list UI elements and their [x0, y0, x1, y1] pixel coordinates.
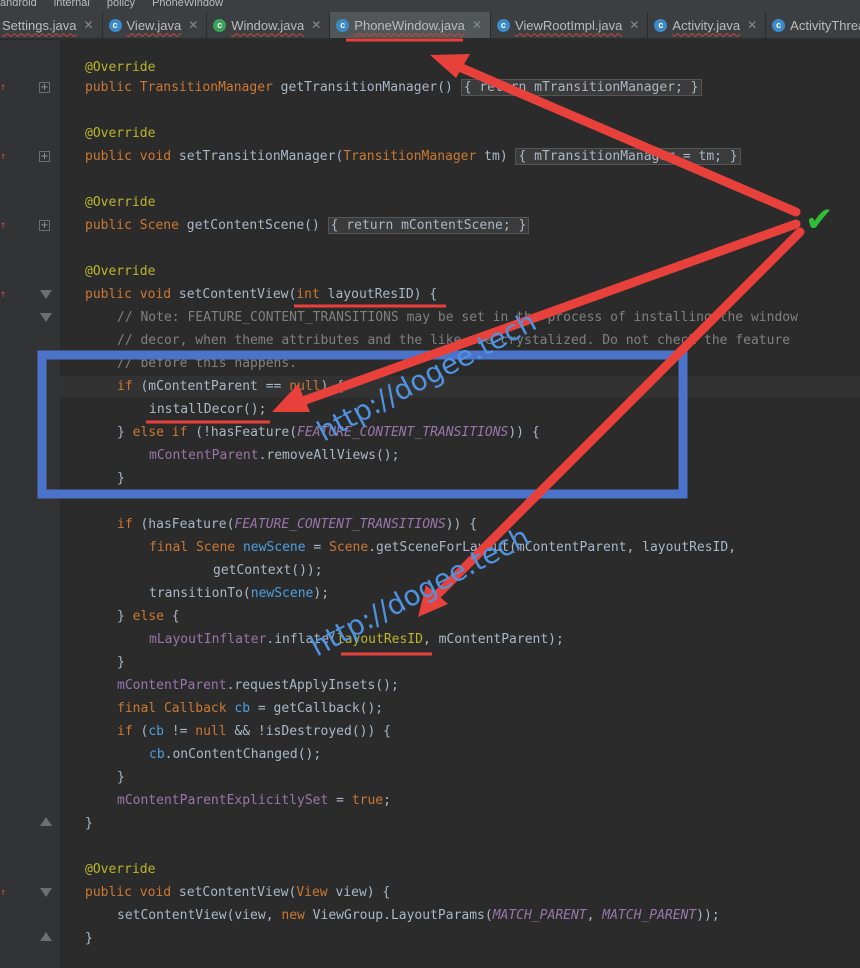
- override-marker-icon[interactable]: ↑: [0, 82, 10, 94]
- breadcrumb-item[interactable]: internal: [54, 0, 90, 9]
- class-icon: c: [772, 18, 786, 32]
- code-line: transitionTo(newScene);: [149, 586, 330, 601]
- tab-label: PhoneWindow.java: [354, 17, 465, 33]
- close-icon[interactable]: ✕: [472, 18, 482, 32]
- code-line: getContext());: [213, 563, 323, 578]
- fold-expand-icon[interactable]: +: [39, 151, 50, 162]
- code-line: public void setTransitionManager(Transit…: [85, 147, 741, 167]
- code-line: }: [117, 655, 125, 670]
- tab-activity-java[interactable]: c Activity.java ✕: [648, 12, 767, 38]
- code-editor[interactable]: @Override public TransitionManager getTr…: [60, 40, 860, 968]
- tab-activitythread[interactable]: c ActivityThread: [766, 12, 860, 38]
- code-line: @Override: [85, 862, 156, 877]
- fold-expand-icon[interactable]: +: [39, 82, 50, 93]
- code-line: } else {: [117, 609, 180, 624]
- class-icon: c: [108, 18, 122, 32]
- close-icon[interactable]: ✕: [747, 18, 757, 32]
- code-line: public void setContentView(int layoutRes…: [85, 287, 438, 302]
- class-icon: c: [213, 18, 227, 32]
- code-line: if (mContentParent == null) {: [117, 379, 344, 394]
- code-line: public Scene getContentScene() { return …: [85, 216, 530, 236]
- code-line: @Override: [85, 60, 156, 75]
- class-icon: c: [496, 18, 510, 32]
- tab-label: Settings.java: [2, 17, 77, 33]
- fold-collapse-icon[interactable]: [40, 313, 52, 322]
- code-line: if (cb != null && !isDestroyed()) {: [117, 724, 391, 739]
- checkmark-icon: ✔: [805, 200, 834, 240]
- override-marker-icon[interactable]: ↑: [0, 887, 10, 899]
- tab-view-java[interactable]: c View.java ✕: [103, 12, 208, 38]
- tab-label: ActivityThread: [790, 17, 860, 33]
- code-line: final Callback cb = getCallback();: [117, 701, 384, 716]
- code-line: // Note: FEATURE_CONTENT_TRANSITIONS may…: [117, 310, 798, 325]
- code-line: }: [85, 931, 93, 946]
- code-line: // before this happens.: [117, 356, 298, 371]
- breadcrumb-item[interactable]: policy: [107, 0, 135, 9]
- fold-end-icon[interactable]: [40, 932, 52, 941]
- code-line: @Override: [85, 195, 156, 210]
- close-icon[interactable]: ✕: [629, 18, 639, 32]
- fold-collapse-icon[interactable]: [40, 888, 52, 897]
- code-line: mContentParent.removeAllViews();: [149, 448, 400, 463]
- close-icon[interactable]: ✕: [188, 18, 198, 32]
- code-line: if (hasFeature(FEATURE_CONTENT_TRANSITIO…: [117, 517, 478, 532]
- code-line: @Override: [85, 264, 156, 279]
- close-icon[interactable]: ✕: [311, 18, 321, 32]
- fold-end-icon[interactable]: [40, 817, 52, 826]
- fold-collapse-icon[interactable]: [40, 290, 52, 299]
- tab-settings-java[interactable]: Settings.java ✕: [0, 12, 103, 38]
- code-line: }: [85, 816, 93, 831]
- code-line: @Override: [85, 126, 156, 141]
- code-line: }: [117, 471, 125, 486]
- override-marker-icon[interactable]: ↑: [0, 220, 10, 232]
- code-line: setContentView(view, new ViewGroup.Layou…: [117, 908, 720, 923]
- code-line: public TransitionManager getTransitionMa…: [85, 78, 702, 98]
- breadcrumb-item[interactable]: PhoneWindow: [152, 0, 223, 9]
- editor-gutter: ↑ ↑ ↑ ↑ ↑ + + +: [0, 40, 60, 968]
- code-line: mContentParent.requestApplyInsets();: [117, 678, 399, 693]
- breadcrumb: android internal policy PhoneWindow: [0, 0, 860, 12]
- tab-phonewindow-java[interactable]: c PhoneWindow.java ✕: [330, 12, 491, 38]
- tab-label: ViewRootImpl.java: [514, 17, 623, 33]
- code-line: }: [117, 770, 125, 785]
- code-line: public void setContentView(View view) {: [85, 885, 391, 900]
- fold-expand-icon[interactable]: +: [39, 220, 50, 231]
- code-line: mContentParentExplicitlySet = true;: [117, 793, 391, 808]
- tab-window-java[interactable]: c Window.java ✕: [207, 12, 331, 38]
- breadcrumb-item[interactable]: android: [0, 0, 37, 9]
- tab-viewrootimpl-java[interactable]: c ViewRootImpl.java ✕: [491, 12, 649, 38]
- tab-label: Window.java: [231, 17, 305, 33]
- override-marker-icon[interactable]: ↑: [0, 151, 10, 163]
- close-icon[interactable]: ✕: [83, 18, 93, 32]
- code-line: cb.onContentChanged();: [149, 747, 322, 762]
- override-marker-icon[interactable]: ↑: [0, 289, 10, 301]
- tab-label: View.java: [126, 17, 182, 33]
- code-line: final Scene newScene = Scene.getSceneFor…: [149, 540, 737, 555]
- tab-label: Activity.java: [672, 17, 741, 33]
- code-line: installDecor();: [149, 402, 267, 417]
- editor-tab-bar: Settings.java ✕ c View.java ✕ c Window.java ✕…: [0, 12, 860, 40]
- class-icon: c: [654, 18, 668, 32]
- class-icon: c: [336, 18, 350, 32]
